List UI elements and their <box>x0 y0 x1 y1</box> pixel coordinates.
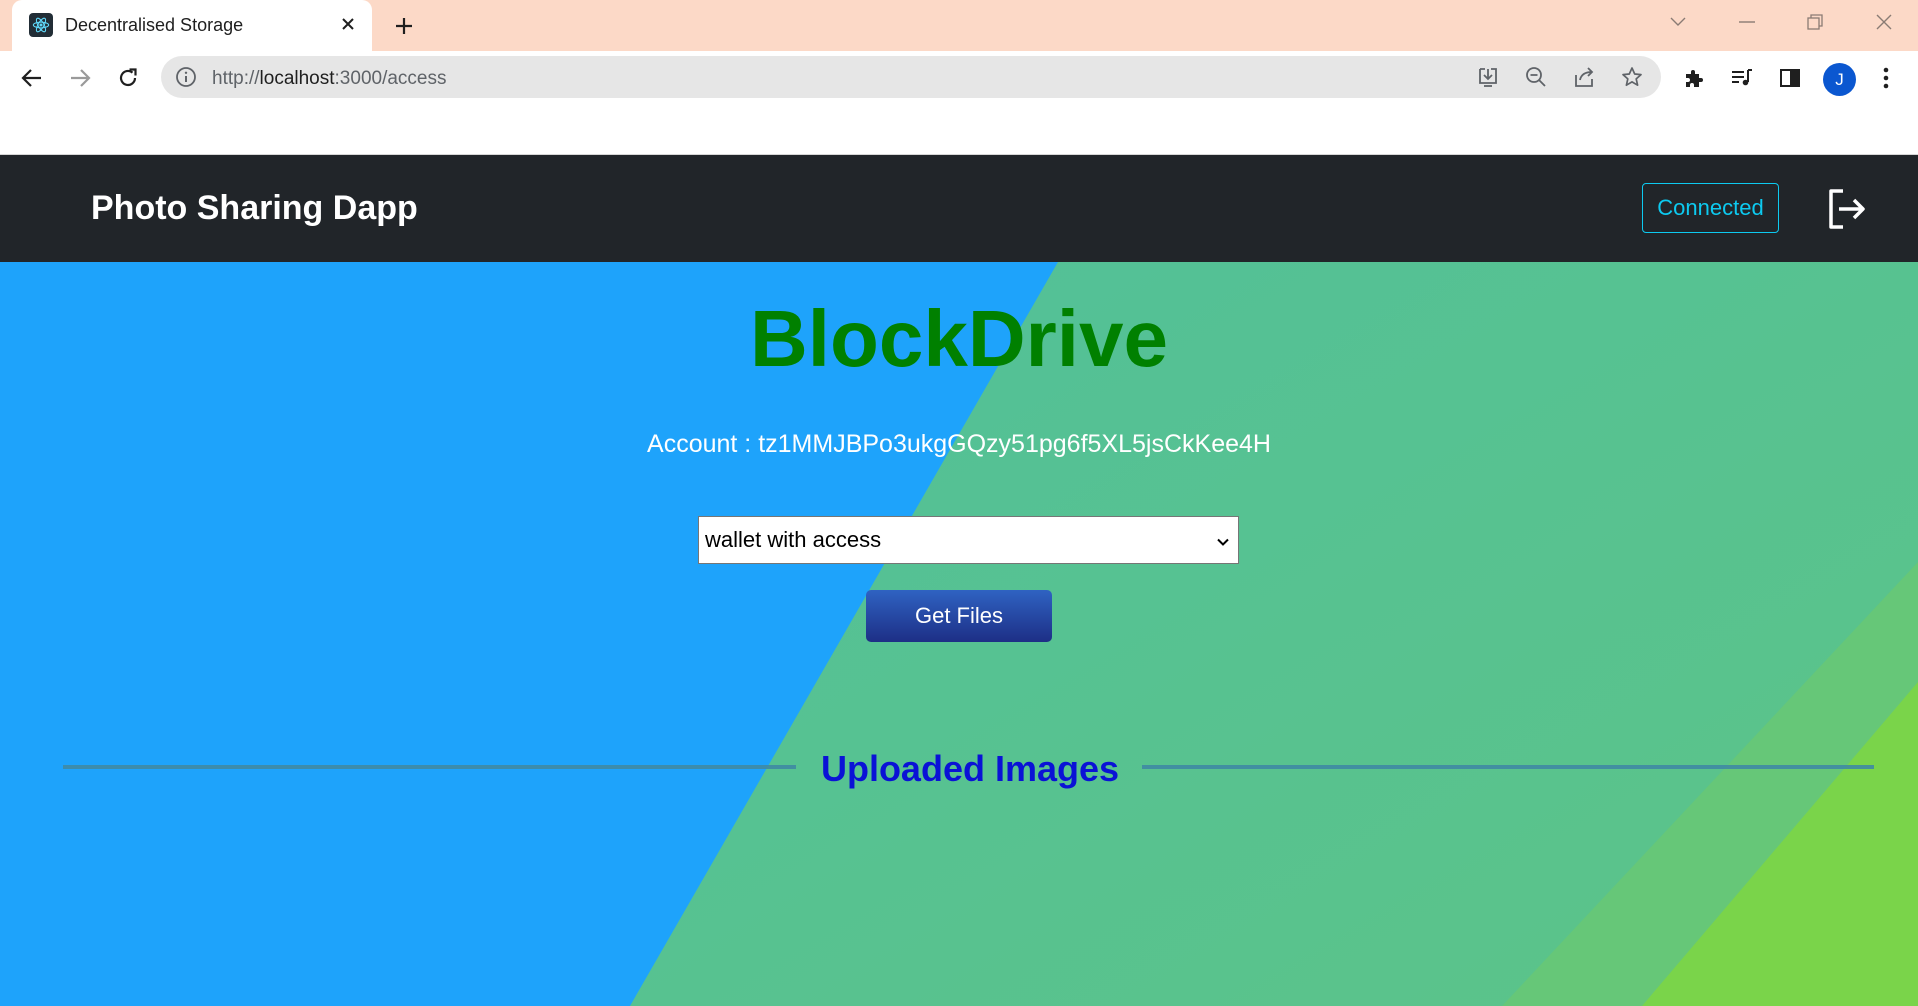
site-info-icon[interactable] <box>175 66 197 93</box>
divider-left <box>63 765 796 769</box>
side-panel-icon[interactable] <box>1774 62 1806 94</box>
chevron-down-icon <box>1216 529 1230 555</box>
react-atom-icon <box>29 13 53 37</box>
forward-icon[interactable] <box>62 60 98 96</box>
browser-tab[interactable]: Decentralised Storage <box>12 0 372 51</box>
url-path: :3000/access <box>334 68 447 89</box>
connected-button[interactable]: Connected <box>1642 183 1779 233</box>
app-navbar: Photo Sharing Dapp Connected <box>0 155 1918 262</box>
get-files-button[interactable]: Get Files <box>866 590 1052 642</box>
kebab-menu-icon[interactable] <box>1870 62 1902 94</box>
divider-right <box>1142 765 1874 769</box>
app-title: BlockDrive <box>750 294 1168 383</box>
close-window-icon[interactable] <box>1864 8 1904 36</box>
account-address: Account : tz1MMJBPo3ukgGQzy51pg6f5XL5jsC… <box>647 430 1271 458</box>
wallet-select[interactable]: wallet with access <box>698 516 1239 564</box>
profile-avatar[interactable]: J <box>1823 63 1856 96</box>
close-tab-icon[interactable] <box>334 10 362 38</box>
install-app-icon[interactable] <box>1474 63 1502 91</box>
main-content: BlockDrive Account : tz1MMJBPo3ukgGQzy51… <box>0 262 1918 1006</box>
browser-toolbar: http://localhost:3000/access J <box>0 51 1918 155</box>
tab-search-icon[interactable] <box>1658 8 1698 36</box>
url-host: localhost <box>259 68 335 89</box>
new-tab-icon[interactable] <box>388 10 420 42</box>
url-text: http://localhost:3000/access <box>212 68 447 90</box>
zoom-icon[interactable] <box>1522 63 1550 91</box>
minimize-icon[interactable] <box>1727 8 1767 36</box>
reload-icon[interactable] <box>110 60 146 96</box>
address-bar[interactable]: http://localhost:3000/access <box>161 56 1661 98</box>
brand-title[interactable]: Photo Sharing Dapp <box>91 189 418 228</box>
url-prefix: http:// <box>212 68 260 89</box>
back-icon[interactable] <box>14 60 50 96</box>
uploaded-images-heading: Uploaded Images <box>820 748 1120 789</box>
tab-title: Decentralised Storage <box>65 15 244 35</box>
restore-icon[interactable] <box>1795 8 1835 36</box>
media-queue-icon[interactable] <box>1726 62 1758 94</box>
wallet-select-value: wallet with access <box>705 527 882 552</box>
logout-icon[interactable] <box>1825 187 1869 231</box>
bookmark-star-icon[interactable] <box>1618 63 1646 91</box>
browser-tabstrip: Decentralised Storage <box>0 0 1918 51</box>
extensions-puzzle-icon[interactable] <box>1678 62 1710 94</box>
share-icon[interactable] <box>1570 63 1598 91</box>
